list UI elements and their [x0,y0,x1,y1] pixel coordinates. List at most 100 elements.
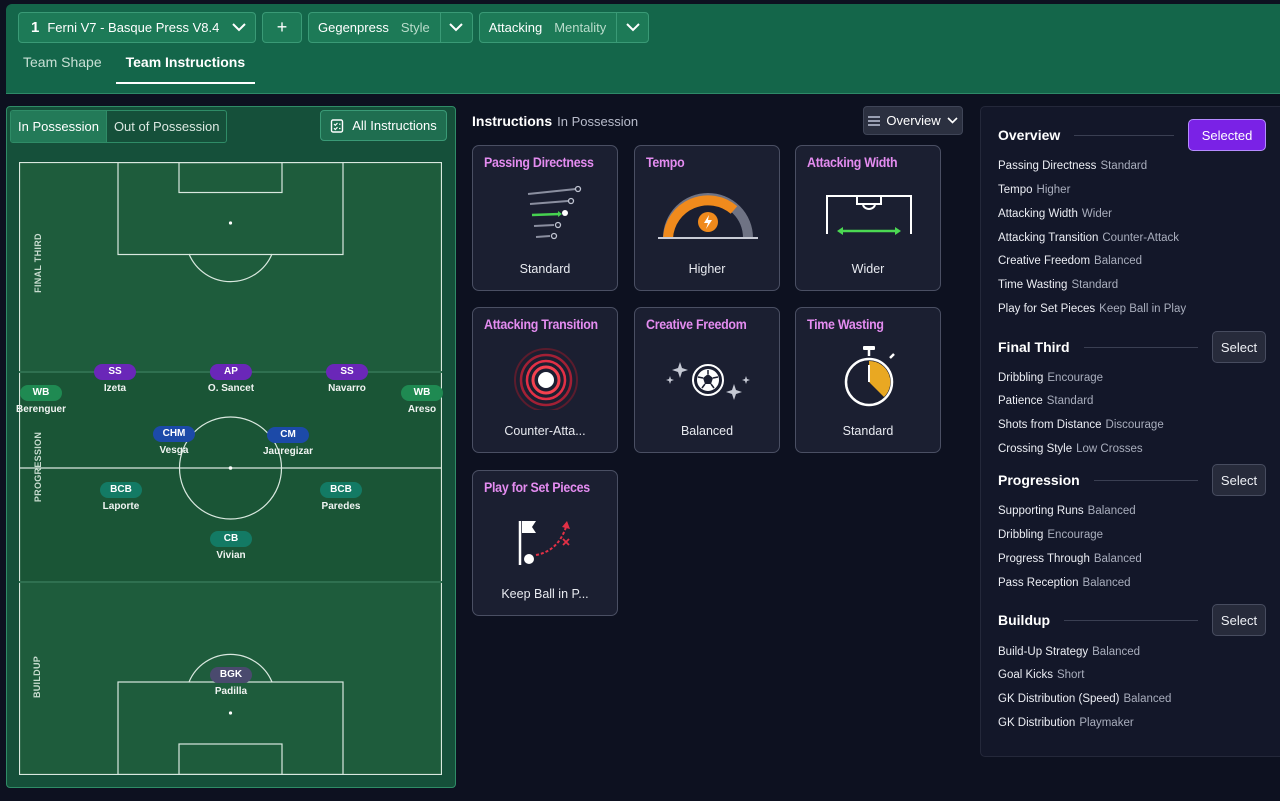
role-pill: CB [210,531,252,547]
final-third-item: Crossing Style Low Crosses [998,443,1143,455]
item-label: Attacking Transition [998,232,1099,244]
player-izeta[interactable]: SS Izeta [94,364,136,394]
section-divider [1093,479,1198,481]
overview-selected-button[interactable]: Selected [1188,119,1266,151]
instructions-panel: Instructions In Possession Overview Passi… [471,106,965,626]
final-third-select-button[interactable]: Select [1212,331,1266,363]
chevron-down-icon[interactable] [439,13,472,42]
player-jauregizar[interactable]: CM Jauregizar [263,427,313,457]
player-paredes[interactable]: BCB Paredes [320,482,362,512]
item-value: Discourage [1105,419,1164,431]
chevron-down-icon[interactable] [223,13,255,42]
item-label: Supporting Runs [998,505,1084,517]
role-pill: WB [401,385,443,401]
item-value: Balanced [1093,553,1142,565]
section-final-third-header: Final Third Select [998,331,1266,363]
tab-team-instructions[interactable]: Team Instructions [115,54,256,84]
player-name: Vivian [216,550,246,561]
role-pill: AP [209,364,252,380]
item-value: Standard [1071,279,1119,291]
card-value: Counter-Atta... [504,424,586,438]
card-time-wasting[interactable]: Time Wasting Standard [795,307,941,453]
item-value: Standard [1046,395,1094,407]
add-tactic-button[interactable]: + [262,12,302,43]
chevron-down-icon[interactable] [616,13,648,42]
item-label: Dribbling [998,529,1044,541]
card-attacking-width[interactable]: Attacking Width Wider [795,145,941,291]
tab-team-shape[interactable]: Team Shape [23,54,102,84]
section-overview-header: Overview Selected [998,119,1266,151]
card-title: Attacking Width [807,155,898,170]
creative-freedom-icon [666,362,750,400]
player-name: O. Sancet [207,383,255,394]
tactic-selector[interactable]: 1 Ferni V7 - Basque Press V8.4 [18,12,256,43]
pitch-panel: In Possession Out of Possession All Inst… [6,106,456,788]
player-name: Padilla [214,686,248,697]
final-third-item: Dribbling Encourage [998,372,1103,384]
card-creative-freedom[interactable]: Creative Freedom Balanced [634,307,780,453]
overview-item: Attacking Width Wider [998,208,1112,220]
item-label: Tempo [998,184,1033,196]
item-label: Crossing Style [998,443,1073,455]
player-vesga[interactable]: CHM Vesga [153,426,195,456]
card-play-for-set-pieces[interactable]: Play for Set Pieces Keep Ball in P... [472,470,618,616]
player-laporte[interactable]: BCB Laporte [100,482,142,512]
attacking-transition-icon [514,348,578,410]
player-areso[interactable]: WB Areso [401,385,443,415]
instructions-title: Instructions [472,113,553,129]
chevron-down-icon [947,117,958,124]
item-value: Playmaker [1079,717,1134,729]
card-passing-directness[interactable]: Passing Directness Standard [472,145,618,291]
zone-label-buildup: BUILDUP [32,655,43,699]
tactics-tabs: Team Shape Team Instructions [23,54,256,84]
view-dropdown-label: Overview [886,113,941,128]
progression-item: Pass Reception Balanced [998,577,1131,589]
item-label: Pass Reception [998,577,1079,589]
tempo-gauge-icon [658,193,758,239]
item-label: Attacking Width [998,208,1078,220]
checklist-icon [331,118,344,133]
buildup-item: Build-Up Strategy Balanced [998,646,1140,658]
progression-select-button[interactable]: Select [1212,464,1266,496]
out-of-possession-toggle[interactable]: Out of Possession [105,111,226,142]
item-value: Balanced [1087,505,1136,517]
role-pill: SS [94,364,136,380]
item-value: Encourage [1047,372,1104,384]
view-dropdown[interactable]: Overview [863,106,963,135]
tactics-header: 1 Ferni V7 - Basque Press V8.4 + Gegenpr… [6,4,1280,94]
in-possession-toggle[interactable]: In Possession [11,111,106,142]
style-value: Gegenpress [318,20,389,35]
buildup-select-button[interactable]: Select [1212,604,1266,636]
player-o-sancet[interactable]: AP O. Sancet [208,364,254,394]
card-attacking-transition[interactable]: Attacking Transition Counter-Atta... [472,307,618,453]
card-value: Higher [688,262,726,276]
player-name: Izeta [103,383,127,394]
player-name: Laporte [102,501,140,512]
item-label: GK Distribution (Speed) [998,693,1120,705]
item-value: Keep Ball in Play [1099,303,1187,315]
buildup-item: Goal Kicks Short [998,669,1084,681]
zone-label-final-third: FINAL THIRD [32,233,43,293]
overview-item: Creative Freedom Balanced [998,255,1142,267]
player-navarro[interactable]: SS Navarro [326,364,368,394]
possession-toggle: In Possession Out of Possession [10,110,228,143]
player-padilla[interactable]: BGK Padilla [210,667,252,697]
player-name: Berenguer [15,404,67,415]
all-instructions-button[interactable]: All Instructions [320,110,447,141]
role-pill: CHM [153,426,195,442]
player-vivian[interactable]: CB Vivian [210,531,252,561]
player-berenguer[interactable]: WB Berenguer [16,385,66,415]
mentality-selector[interactable]: Attacking Mentality [478,12,650,43]
item-label: Time Wasting [998,279,1068,291]
overview-item: Passing Directness Standard [998,160,1147,172]
card-tempo[interactable]: Tempo Higher [634,145,780,291]
item-label: Creative Freedom [998,255,1091,267]
progression-item: Supporting Runs Balanced [998,505,1136,517]
style-selector[interactable]: Gegenpress Style [308,12,473,43]
item-label: Patience [998,395,1043,407]
section-divider [1083,346,1198,348]
overview-item: Time Wasting Standard [998,279,1118,291]
item-value: Counter-Attack [1102,232,1180,244]
role-pill: BCB [100,482,142,498]
card-value: Standard [842,424,894,438]
